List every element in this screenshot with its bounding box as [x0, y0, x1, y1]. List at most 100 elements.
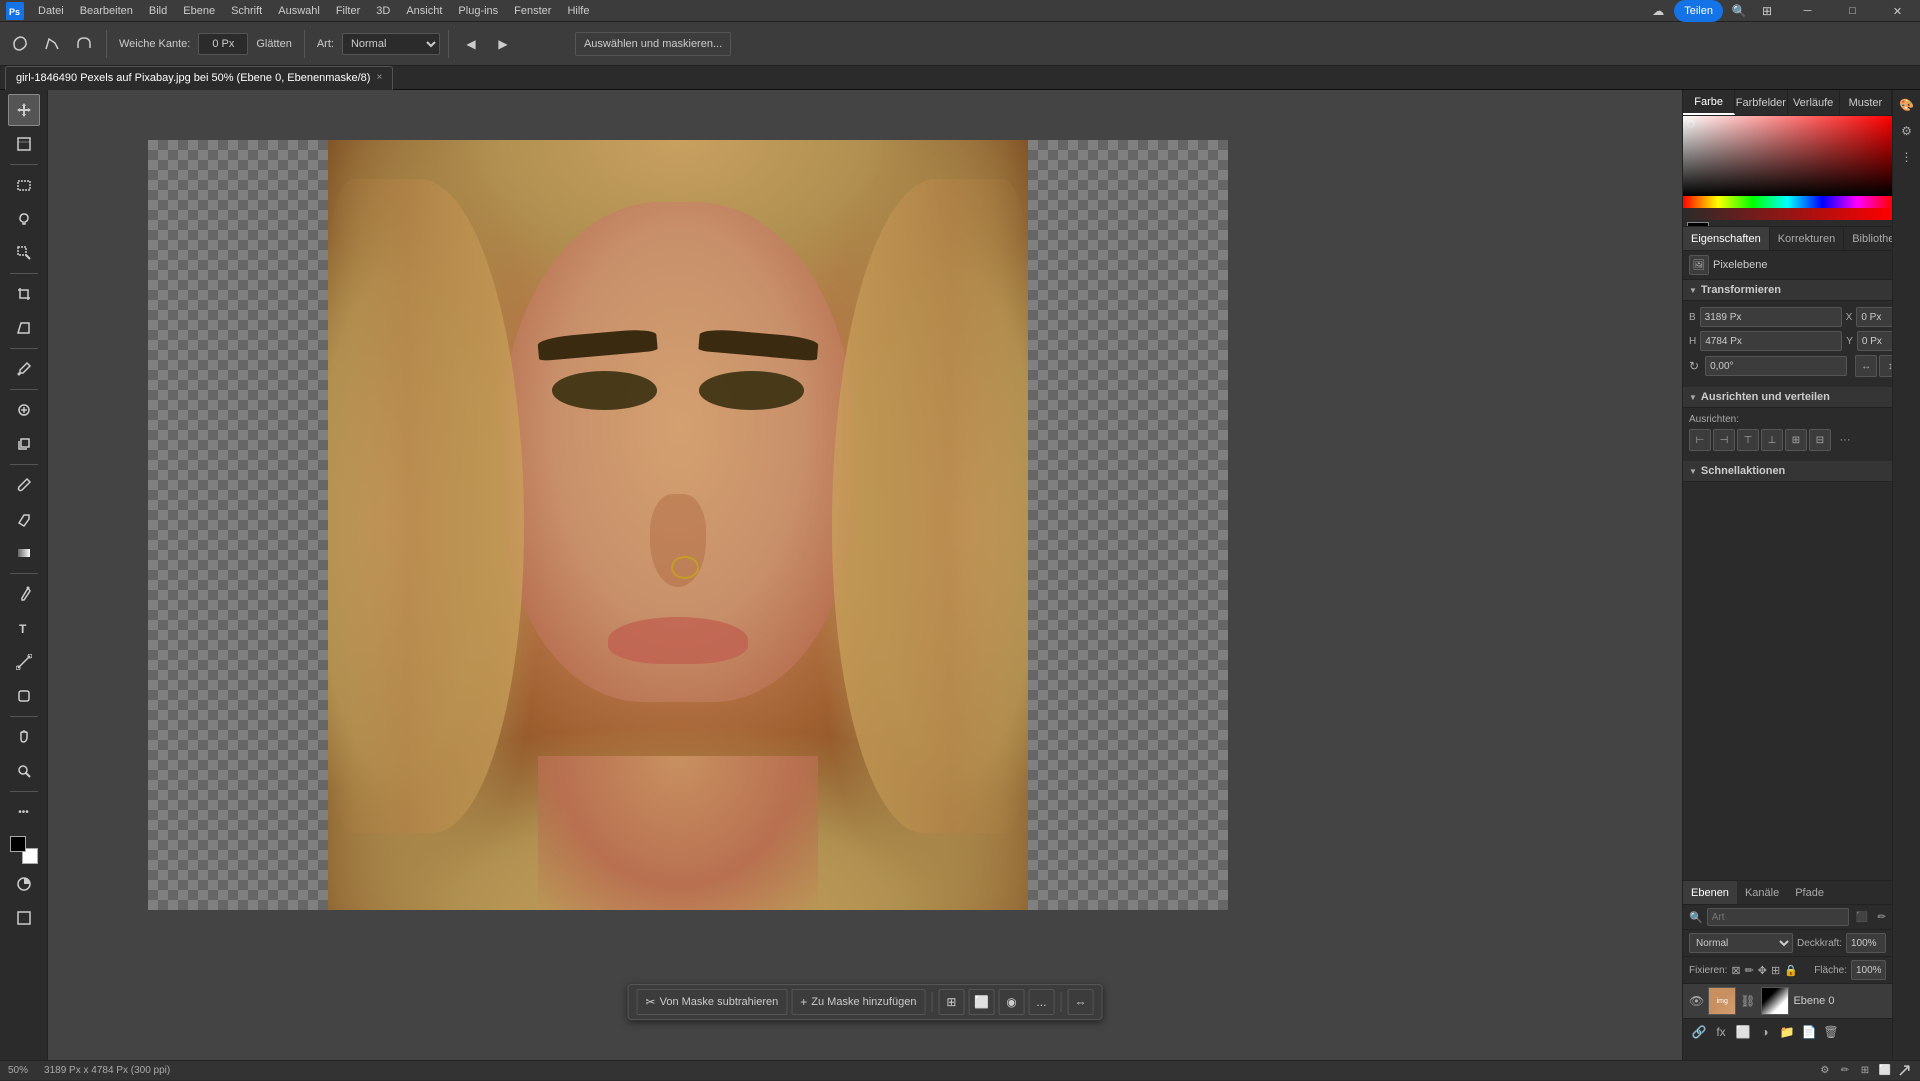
tool-path-select[interactable] — [8, 646, 40, 678]
status-icon-1[interactable]: ⚙ — [1817, 1063, 1833, 1079]
status-icon-4[interactable]: ⬜ — [1877, 1063, 1893, 1079]
menu-ebene[interactable]: Ebene — [175, 0, 223, 22]
menu-plugins[interactable]: Plug-ins — [450, 0, 506, 22]
flip-v-btn[interactable]: ↕ — [1879, 355, 1892, 377]
color-gradient[interactable] — [1683, 116, 1892, 196]
opacity-input[interactable] — [1846, 933, 1886, 953]
color-tab-muster[interactable]: Muster — [1840, 90, 1892, 115]
layer-visibility-btn[interactable]: 👁 — [1689, 994, 1704, 1008]
y-input[interactable] — [1857, 331, 1892, 351]
float-settings-btn[interactable]: ⊞ — [938, 989, 964, 1015]
tool-screen-mode[interactable] — [8, 902, 40, 934]
corrections-tab[interactable]: Korrekturen — [1770, 227, 1844, 250]
align-more-btn[interactable]: ··· — [1833, 431, 1857, 449]
layer-new-btn[interactable]: 📄 — [1799, 1022, 1819, 1042]
minimize-button[interactable]: ─ — [1785, 0, 1830, 22]
toolbar-btn-a[interactable]: ◀ — [457, 30, 485, 58]
add-to-mask-btn[interactable]: + Zu Maske hinzufügen — [791, 989, 925, 1015]
quick-section-header[interactable]: ▼ Schnellaktionen — [1683, 461, 1892, 482]
weiche-kante-input[interactable] — [198, 33, 248, 55]
align-section-header[interactable]: ▼ Ausrichten und verteilen — [1683, 387, 1892, 408]
tool-clone[interactable] — [8, 428, 40, 460]
menu-filter[interactable]: Filter — [328, 0, 368, 22]
foreground-color-swatch[interactable] — [10, 836, 26, 852]
width-input[interactable] — [1700, 307, 1842, 327]
float-more-btn[interactable]: ... — [1028, 989, 1054, 1015]
select-mask-button[interactable]: Auswählen und maskieren... — [575, 32, 731, 56]
color-tab-farbe[interactable]: Farbe — [1683, 90, 1735, 115]
workspace-icon[interactable]: ⊞ — [1755, 0, 1779, 22]
libraries-tab[interactable]: Bibliotheken — [1844, 227, 1892, 250]
align-center-h-btn[interactable]: ⊣ — [1713, 429, 1735, 451]
layer-mask-btn[interactable]: ⬜ — [1733, 1022, 1753, 1042]
color-tab-verlaeufe[interactable]: Verläufe — [1788, 90, 1840, 115]
tool-brush[interactable] — [8, 469, 40, 501]
toolbar-polygonal-btn[interactable] — [38, 30, 66, 58]
height-input[interactable] — [1700, 331, 1842, 351]
main-tab[interactable]: girl-1846490 Pexels auf Pixabay.jpg bei … — [5, 66, 393, 90]
share-button[interactable]: Teilen — [1674, 0, 1723, 22]
maximize-button[interactable]: □ — [1830, 0, 1875, 22]
align-left-btn[interactable]: ⊢ — [1689, 429, 1711, 451]
menu-bearbeiten[interactable]: Bearbeiten — [72, 0, 141, 22]
flip-h-btn[interactable]: ↔ — [1855, 355, 1877, 377]
color-hue-slider[interactable] — [1683, 196, 1892, 208]
fill-input[interactable] — [1851, 960, 1886, 980]
cloud-icon[interactable]: ☁ — [1646, 0, 1670, 22]
tool-move[interactable] — [8, 94, 40, 126]
tab-close-btn[interactable]: × — [376, 72, 382, 83]
tool-crop[interactable] — [8, 278, 40, 310]
lock-all-btn[interactable]: 🔒 — [1784, 964, 1798, 977]
menu-schrift[interactable]: Schrift — [223, 0, 270, 22]
tool-type[interactable]: T — [8, 612, 40, 644]
angle-input[interactable] — [1705, 356, 1847, 376]
channels-tab[interactable]: Kanäle — [1737, 881, 1787, 904]
right-icon-adjustments[interactable]: ⚙ — [1896, 120, 1918, 142]
toolbar-btn-b[interactable]: ▶ — [489, 30, 517, 58]
search-icon[interactable]: 🔍 — [1727, 0, 1751, 22]
menu-bild[interactable]: Bild — [141, 0, 175, 22]
paths-tab[interactable]: Pfade — [1787, 881, 1832, 904]
tool-more[interactable]: ••• — [8, 796, 40, 828]
blend-mode-select[interactable]: Normal Auflösen Abdunkeln Multiplizieren — [1689, 933, 1793, 953]
menu-hilfe[interactable]: Hilfe — [559, 0, 597, 22]
color-tab-farbfelder[interactable]: Farbfelder — [1735, 90, 1787, 115]
tool-artboard[interactable] — [8, 128, 40, 160]
properties-tab[interactable]: Eigenschaften — [1683, 227, 1770, 250]
subtract-from-mask-btn[interactable]: ✂ Von Maske subtrahieren — [637, 989, 788, 1015]
toolbar-lasso-btn[interactable] — [6, 30, 34, 58]
lock-transparent-btn[interactable]: ⊠ — [1731, 964, 1740, 977]
close-button[interactable]: ✕ — [1875, 0, 1920, 22]
float-preview-btn[interactable]: ⬜ — [968, 989, 994, 1015]
x-input[interactable] — [1856, 307, 1892, 327]
layer-fx-btn[interactable]: fx — [1711, 1022, 1731, 1042]
tool-gradient[interactable] — [8, 537, 40, 569]
right-icon-color[interactable]: 🎨 — [1896, 94, 1918, 116]
color-alpha-slider[interactable] — [1683, 208, 1892, 220]
align-center-v-btn[interactable]: ⊞ — [1785, 429, 1807, 451]
layers-search-input[interactable] — [1707, 908, 1849, 926]
lock-pixels-btn[interactable]: ✏ — [1745, 964, 1754, 977]
right-icon-more[interactable]: ⋮ — [1896, 146, 1918, 168]
transform-section-header[interactable]: ▼ Transformieren — [1683, 280, 1892, 301]
float-expand-btn[interactable]: ⇔ — [1067, 989, 1093, 1015]
foreground-swatch[interactable] — [1687, 222, 1709, 226]
align-right-btn[interactable]: ⊤ — [1737, 429, 1759, 451]
toolbar-magnetic-btn[interactable] — [70, 30, 98, 58]
layer-group-btn[interactable]: 📁 — [1777, 1022, 1797, 1042]
tool-hand[interactable] — [8, 721, 40, 753]
pixel-layer-icon[interactable]: 🖼 — [1689, 255, 1709, 275]
menu-3d[interactable]: 3D — [368, 0, 398, 22]
tool-quick-mask[interactable] — [8, 868, 40, 900]
menu-datei[interactable]: Datei — [30, 0, 72, 22]
layer-chain-icon[interactable]: ⛓ — [1740, 994, 1755, 1008]
menu-auswahl[interactable]: Auswahl — [270, 0, 328, 22]
tool-perspective-crop[interactable] — [8, 312, 40, 344]
tool-zoom[interactable] — [8, 755, 40, 787]
status-icon-3[interactable]: ⊞ — [1857, 1063, 1873, 1079]
layer-adjustment-btn[interactable]: ◑ — [1755, 1022, 1775, 1042]
lock-position-btn[interactable]: ✥ — [1758, 964, 1767, 977]
layer-name-filter-btn[interactable]: ✏ — [1873, 908, 1891, 926]
lock-artboard-btn[interactable]: ⊞ — [1771, 964, 1780, 977]
float-eye-btn[interactable]: ◉ — [998, 989, 1024, 1015]
